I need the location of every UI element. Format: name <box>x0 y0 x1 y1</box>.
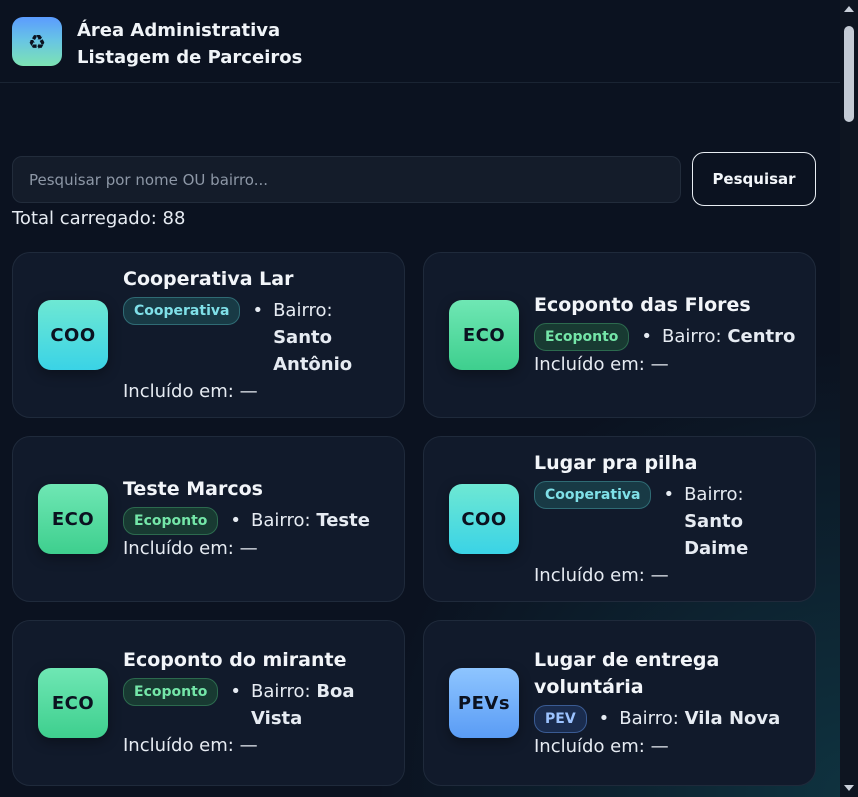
bairro-value: Teste <box>316 510 370 531</box>
included-date: Incluído em: — <box>123 380 258 402</box>
included-date: Incluído em: — <box>534 735 669 757</box>
scroll-thumb[interactable] <box>844 26 854 122</box>
partner-bairro: Bairro: Centro <box>662 323 802 350</box>
partner-card[interactable]: PEVs Lugar de entrega voluntária PEV • B… <box>423 620 816 786</box>
partner-bairro: Bairro: Santo Antônio <box>273 297 391 378</box>
total-count: Total carregado: 88 <box>12 208 186 229</box>
type-badge: Cooperativa <box>534 480 652 509</box>
partner-card[interactable]: COO Lugar pra pilha Cooperativa • Bairro… <box>423 436 816 602</box>
separator-dot: • <box>598 707 610 729</box>
partner-card[interactable]: COO Cooperativa Lar Cooperativa • Bairro… <box>12 252 405 418</box>
scroll-up-icon[interactable] <box>844 6 854 12</box>
bairro-value: Santo Daime <box>684 510 749 559</box>
page-title: Área Administrativa Listagem de Parceiro… <box>77 17 302 71</box>
partner-info: Ecoponto das Flores Ecoponto • Bairro: C… <box>534 292 802 378</box>
partner-meta: Ecoponto • Bairro: Centro <box>534 323 802 351</box>
partner-avatar: PEVs <box>449 668 519 738</box>
scroll-down-icon[interactable] <box>844 785 854 791</box>
separator-dot: • <box>252 299 264 321</box>
bairro-value: Vila Nova <box>684 707 781 729</box>
separator-dot: • <box>663 483 675 505</box>
partner-bairro: Bairro: Teste <box>251 507 391 534</box>
partner-meta: Cooperativa • Bairro: Santo Antônio <box>123 296 391 378</box>
vertical-scrollbar[interactable] <box>840 0 858 797</box>
partner-avatar: COO <box>38 300 108 370</box>
bairro-label: Bairro: <box>251 510 311 531</box>
partner-info: Lugar pra pilha Cooperativa • Bairro: Sa… <box>534 450 802 589</box>
header: ♻ Área Administrativa Listagem de Parcei… <box>0 0 840 83</box>
partner-meta: Ecoponto • Bairro: Boa Vista <box>123 678 391 732</box>
type-badge: Ecoponto <box>123 678 219 706</box>
bairro-label: Bairro: <box>251 681 311 702</box>
title-line-1: Área Administrativa <box>77 20 281 41</box>
bairro-label: Bairro: <box>273 299 333 321</box>
partner-info: Cooperativa Lar Cooperativa • Bairro: Sa… <box>123 266 391 405</box>
separator-dot: • <box>230 510 242 531</box>
partner-avatar: ECO <box>38 484 108 554</box>
partner-name: Lugar pra pilha <box>534 451 698 474</box>
type-badge: PEV <box>534 704 587 733</box>
type-badge: Ecoponto <box>123 507 219 535</box>
partner-bairro: Bairro: Boa Vista <box>251 678 391 732</box>
partner-name: Teste Marcos <box>123 478 263 500</box>
partner-grid: COO Cooperativa Lar Cooperativa • Bairro… <box>12 252 816 786</box>
partner-card[interactable]: ECO Ecoponto do mirante Ecoponto • Bairr… <box>12 620 405 786</box>
partner-bairro: Bairro: Vila Nova <box>619 705 802 732</box>
partner-card[interactable]: ECO Teste Marcos Ecoponto • Bairro: Test… <box>12 436 405 602</box>
partner-name: Cooperativa Lar <box>123 267 294 290</box>
type-badge: Ecoponto <box>534 323 630 351</box>
included-date: Incluído em: — <box>123 735 258 756</box>
partner-meta: PEV • Bairro: Vila Nova <box>534 704 802 733</box>
partner-card[interactable]: ECO Ecoponto das Flores Ecoponto • Bairr… <box>423 252 816 418</box>
partner-meta: Ecoponto • Bairro: Teste <box>123 507 391 535</box>
separator-dot: • <box>641 326 653 347</box>
page: ♻ Área Administrativa Listagem de Parcei… <box>0 0 840 797</box>
partner-info: Lugar de entrega voluntária PEV • Bairro… <box>534 647 802 760</box>
bairro-label: Bairro: <box>662 326 722 347</box>
separator-dot: • <box>230 681 242 702</box>
included-date: Incluído em: — <box>123 538 258 559</box>
partner-avatar: ECO <box>38 668 108 738</box>
partner-name: Ecoponto do mirante <box>123 649 347 671</box>
partner-info: Ecoponto do mirante Ecoponto • Bairro: B… <box>123 647 391 759</box>
bairro-value: Santo Antônio <box>273 326 353 375</box>
title-line-2: Listagem de Parceiros <box>77 47 303 68</box>
partner-bairro: Bairro: Santo Daime <box>684 481 802 562</box>
type-badge: Cooperativa <box>123 296 241 325</box>
partner-meta: Cooperativa • Bairro: Santo Daime <box>534 480 802 562</box>
partner-avatar: ECO <box>449 300 519 370</box>
search-input[interactable] <box>12 156 681 203</box>
bairro-label: Bairro: <box>619 707 679 729</box>
search-button[interactable]: Pesquisar <box>692 152 816 206</box>
bairro-label: Bairro: <box>684 483 744 505</box>
included-date: Incluído em: — <box>534 564 669 586</box>
recycle-icon: ♻ <box>12 17 62 66</box>
partner-name: Ecoponto das Flores <box>534 294 751 316</box>
included-date: Incluído em: — <box>534 354 669 375</box>
partner-name: Lugar de entrega voluntária <box>534 648 720 698</box>
partner-avatar: COO <box>449 484 519 554</box>
bairro-value: Centro <box>727 326 796 347</box>
partner-info: Teste Marcos Ecoponto • Bairro: Teste In… <box>123 476 391 562</box>
